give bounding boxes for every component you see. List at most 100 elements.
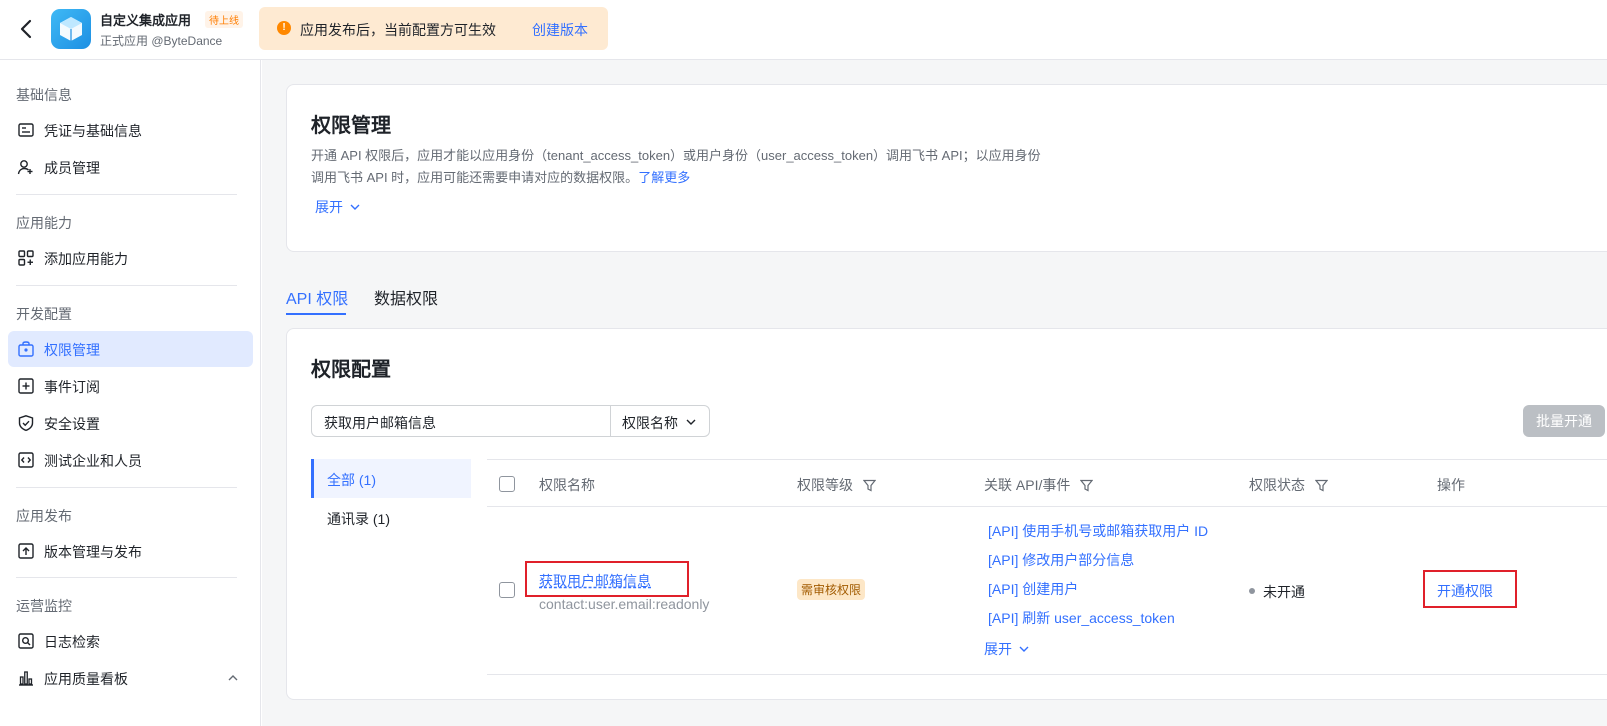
- sidebar-item-credentials[interactable]: 凭证与基础信息: [8, 112, 253, 148]
- sidebar-divider: [16, 194, 237, 195]
- filter-icon[interactable]: [1080, 479, 1094, 492]
- bar-chart-icon: [19, 671, 33, 686]
- desc-line-2: 调用飞书 API 时，应用可能还需要申请对应的数据权限。: [311, 170, 639, 185]
- col-label: 权限状态: [1249, 477, 1305, 493]
- sidebar-item-label: 成员管理: [44, 160, 100, 176]
- config-title: 权限配置: [311, 359, 391, 381]
- sidebar-item-events[interactable]: 事件订阅: [8, 368, 253, 404]
- filter-icon[interactable]: [862, 479, 876, 492]
- sidebar-item-logs[interactable]: 日志检索: [8, 623, 253, 659]
- col-label: 关联 API/事件: [984, 477, 1071, 493]
- chevron-down-icon: [686, 419, 696, 425]
- select-all-checkbox[interactable]: [499, 476, 515, 492]
- tab-api-permissions[interactable]: API 权限: [286, 285, 348, 309]
- category-all[interactable]: 全部 (1): [311, 459, 471, 498]
- sidebar-item-label: 测试企业和人员: [44, 453, 142, 469]
- sidebar-item-label: 凭证与基础信息: [44, 123, 142, 139]
- select-value: 权限名称: [622, 415, 678, 431]
- col-actions: 操作: [1437, 477, 1465, 493]
- table-row: 获取用户邮箱信息 contact:user.email:readonly 需审核…: [487, 507, 1607, 675]
- sidebar-section-title: 运营监控: [16, 598, 72, 614]
- api-link[interactable]: [API] 使用手机号或邮箱获取用户 ID: [988, 521, 1208, 541]
- tab-data-permissions[interactable]: 数据权限: [374, 285, 438, 309]
- row-checkbox[interactable]: [499, 582, 515, 598]
- col-related-api[interactable]: 关联 API/事件: [984, 475, 1094, 495]
- permission-name-link[interactable]: 获取用户邮箱信息: [539, 571, 651, 591]
- col-permission-name: 权限名称: [539, 477, 595, 493]
- apps-add-icon: [18, 250, 34, 266]
- sidebar-section-title: 基础信息: [16, 87, 72, 103]
- code-box-icon: [18, 452, 34, 468]
- app-status-badge: 待上线: [205, 11, 243, 28]
- notice-text: 应用发布后，当前配置方可生效: [300, 22, 496, 38]
- create-version-link[interactable]: 创建版本: [532, 20, 588, 40]
- lock-box-icon: [18, 341, 34, 357]
- expand-label: 展开: [315, 199, 343, 215]
- intro-expand-button[interactable]: 展开: [315, 197, 361, 217]
- sidebar-item-label: 日志检索: [44, 634, 100, 650]
- app-logo-icon: [51, 9, 91, 49]
- col-label: 权限等级: [797, 477, 853, 493]
- expand-label: 展开: [984, 641, 1012, 657]
- search-field-select[interactable]: 权限名称: [610, 405, 710, 437]
- chevron-up-icon[interactable]: [227, 672, 239, 684]
- sidebar-item-security[interactable]: 安全设置: [8, 405, 253, 441]
- sidebar-item-label: 添加应用能力: [44, 251, 128, 267]
- upload-box-icon: [18, 543, 34, 559]
- table-header: 权限名称 权限等级 关联 API/事件 权限状态 操作: [487, 459, 1607, 507]
- col-permission-status[interactable]: 权限状态: [1249, 475, 1328, 495]
- sidebar-item-versions[interactable]: 版本管理与发布: [8, 533, 253, 569]
- permission-config-card: 权限配置 获取用户邮箱信息 权限名称 批量开通 全部 (1) 通讯录 (1) 权…: [286, 328, 1607, 700]
- sidebar-section-title: 应用发布: [16, 508, 72, 524]
- batch-enable-button[interactable]: 批量开通: [1523, 405, 1605, 437]
- api-link[interactable]: [API] 修改用户部分信息: [988, 550, 1134, 570]
- status-dot-icon: [1249, 588, 1255, 594]
- category-contacts[interactable]: 通讯录 (1): [311, 498, 471, 537]
- permission-description: 开通 API 权限后，应用才能以应用身份（tenant_access_token…: [311, 145, 1111, 189]
- enable-permission-button[interactable]: 开通权限: [1437, 581, 1493, 601]
- sidebar-section-title: 应用能力: [16, 215, 72, 231]
- filter-icon[interactable]: [1314, 479, 1328, 492]
- sidebar-item-members[interactable]: 成员管理: [8, 149, 253, 185]
- sidebar-item-label: 版本管理与发布: [44, 544, 142, 560]
- chevron-down-icon: [1019, 646, 1029, 652]
- active-tab-indicator: [286, 313, 346, 315]
- warning-icon: !: [277, 21, 291, 35]
- sidebar-item-quality-board[interactable]: 应用质量看板: [8, 660, 253, 696]
- sidebar-divider: [16, 577, 237, 578]
- sidebar-divider: [16, 487, 237, 488]
- log-search-icon: [18, 633, 34, 649]
- publish-notice: ! 应用发布后，当前配置方可生效 创建版本: [259, 7, 608, 50]
- permission-level-tag: 需审核权限: [797, 579, 866, 600]
- sidebar: 基础信息 凭证与基础信息 成员管理 应用能力 添加应用能力 开发配置 权限管理 …: [0, 60, 261, 726]
- sidebar-item-test-tenants[interactable]: 测试企业和人员: [8, 442, 253, 478]
- top-header: 自定义集成应用 待上线 正式应用 @ByteDance ! 应用发布后，当前配置…: [0, 0, 1607, 60]
- desc-line-1: 开通 API 权限后，应用才能以应用身份（tenant_access_token…: [311, 148, 1041, 163]
- permission-status: 未开通: [1263, 584, 1305, 600]
- event-plus-icon: [18, 378, 34, 394]
- page-title: 权限管理: [311, 115, 391, 137]
- back-arrow-icon[interactable]: [16, 18, 38, 40]
- app-subtitle: 正式应用 @ByteDance: [100, 34, 223, 48]
- sidebar-item-permissions[interactable]: 权限管理: [8, 331, 253, 367]
- app-title: 自定义集成应用: [100, 13, 192, 28]
- col-permission-level[interactable]: 权限等级: [797, 475, 876, 495]
- permission-intro-card: 权限管理 开通 API 权限后，应用才能以应用身份（tenant_access_…: [286, 84, 1607, 252]
- sidebar-section-title: 开发配置: [16, 306, 72, 322]
- sidebar-item-label: 权限管理: [44, 342, 100, 358]
- sidebar-item-label: 安全设置: [44, 416, 100, 432]
- api-link[interactable]: [API] 刷新 user_access_token: [988, 608, 1175, 628]
- search-input[interactable]: 获取用户邮箱信息: [311, 405, 611, 437]
- sidebar-item-add-capability[interactable]: 添加应用能力: [8, 240, 253, 276]
- add-member-icon: [17, 160, 33, 175]
- main-content: 权限管理 开通 API 权限后，应用才能以应用身份（tenant_access_…: [262, 60, 1607, 726]
- chevron-down-icon: [350, 204, 360, 210]
- api-expand-button[interactable]: 展开: [984, 639, 1030, 659]
- id-card-icon: [18, 123, 34, 137]
- api-link[interactable]: [API] 创建用户: [988, 579, 1078, 599]
- learn-more-link[interactable]: 了解更多: [638, 170, 690, 185]
- shield-icon: [18, 415, 34, 432]
- sidebar-item-label: 应用质量看板: [44, 671, 128, 687]
- sidebar-divider: [16, 285, 237, 286]
- permission-code: contact:user.email:readonly: [539, 596, 710, 612]
